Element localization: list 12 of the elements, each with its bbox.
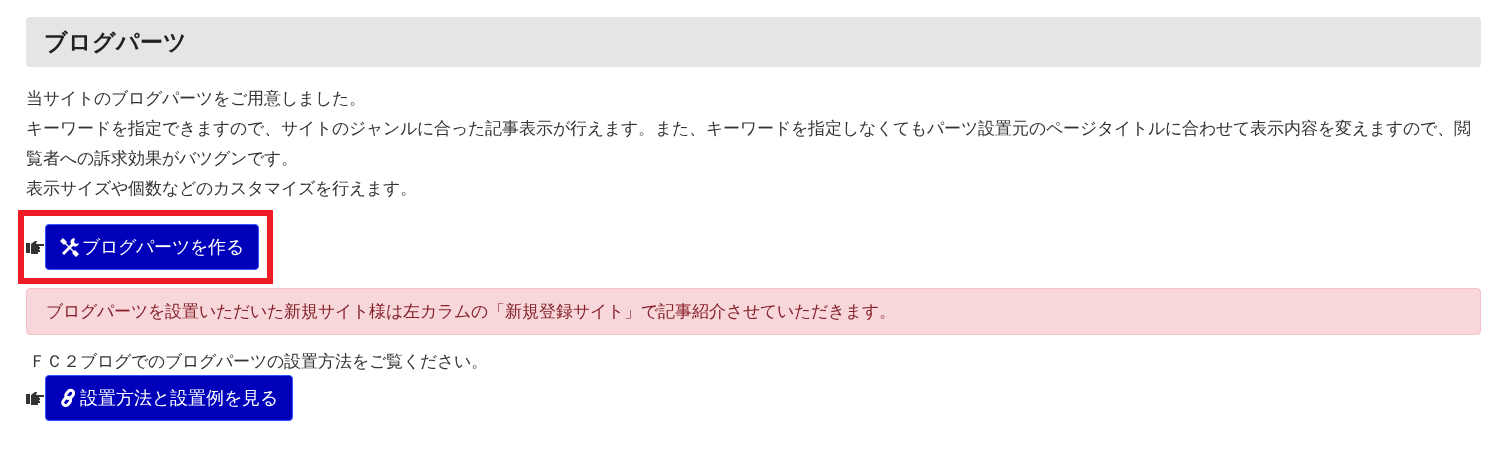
link-button[interactable]: 設置方法と設置例を見る xyxy=(45,375,293,421)
alert-message: ブログパーツを設置いただいた新規サイト様は左カラムの「新規登録サイト」で記事紹介させていただきます。 xyxy=(26,288,1481,335)
pointing-hand-icon xyxy=(26,240,44,254)
intro-paragraph: 表示サイズや個数などのカスタマイズを行えます。 xyxy=(26,178,418,200)
link-button[interactable]: ブログパーツを作る xyxy=(45,224,259,270)
intro-paragraph: 当サイトのブログパーツをご用意しました。 xyxy=(26,88,367,110)
section-title: ブログパーツ xyxy=(44,27,187,57)
pointing-hand-icon xyxy=(26,391,44,405)
link-icon xyxy=(60,388,78,408)
intro-paragraph: キーワードを指定できますので、サイトのジャンルに合った記事表示が行えます。また、キーワードを指定しなくてもパーツ設置元のページタイトルに合わせて表示内容を変えますので、閲覧者への訴求効果がバツグンです。 xyxy=(26,118,1472,170)
tools-icon xyxy=(60,237,80,257)
instruction-text: ＦＣ２ブログでのブログパーツの設置方法をご覧ください。 xyxy=(28,351,489,372)
